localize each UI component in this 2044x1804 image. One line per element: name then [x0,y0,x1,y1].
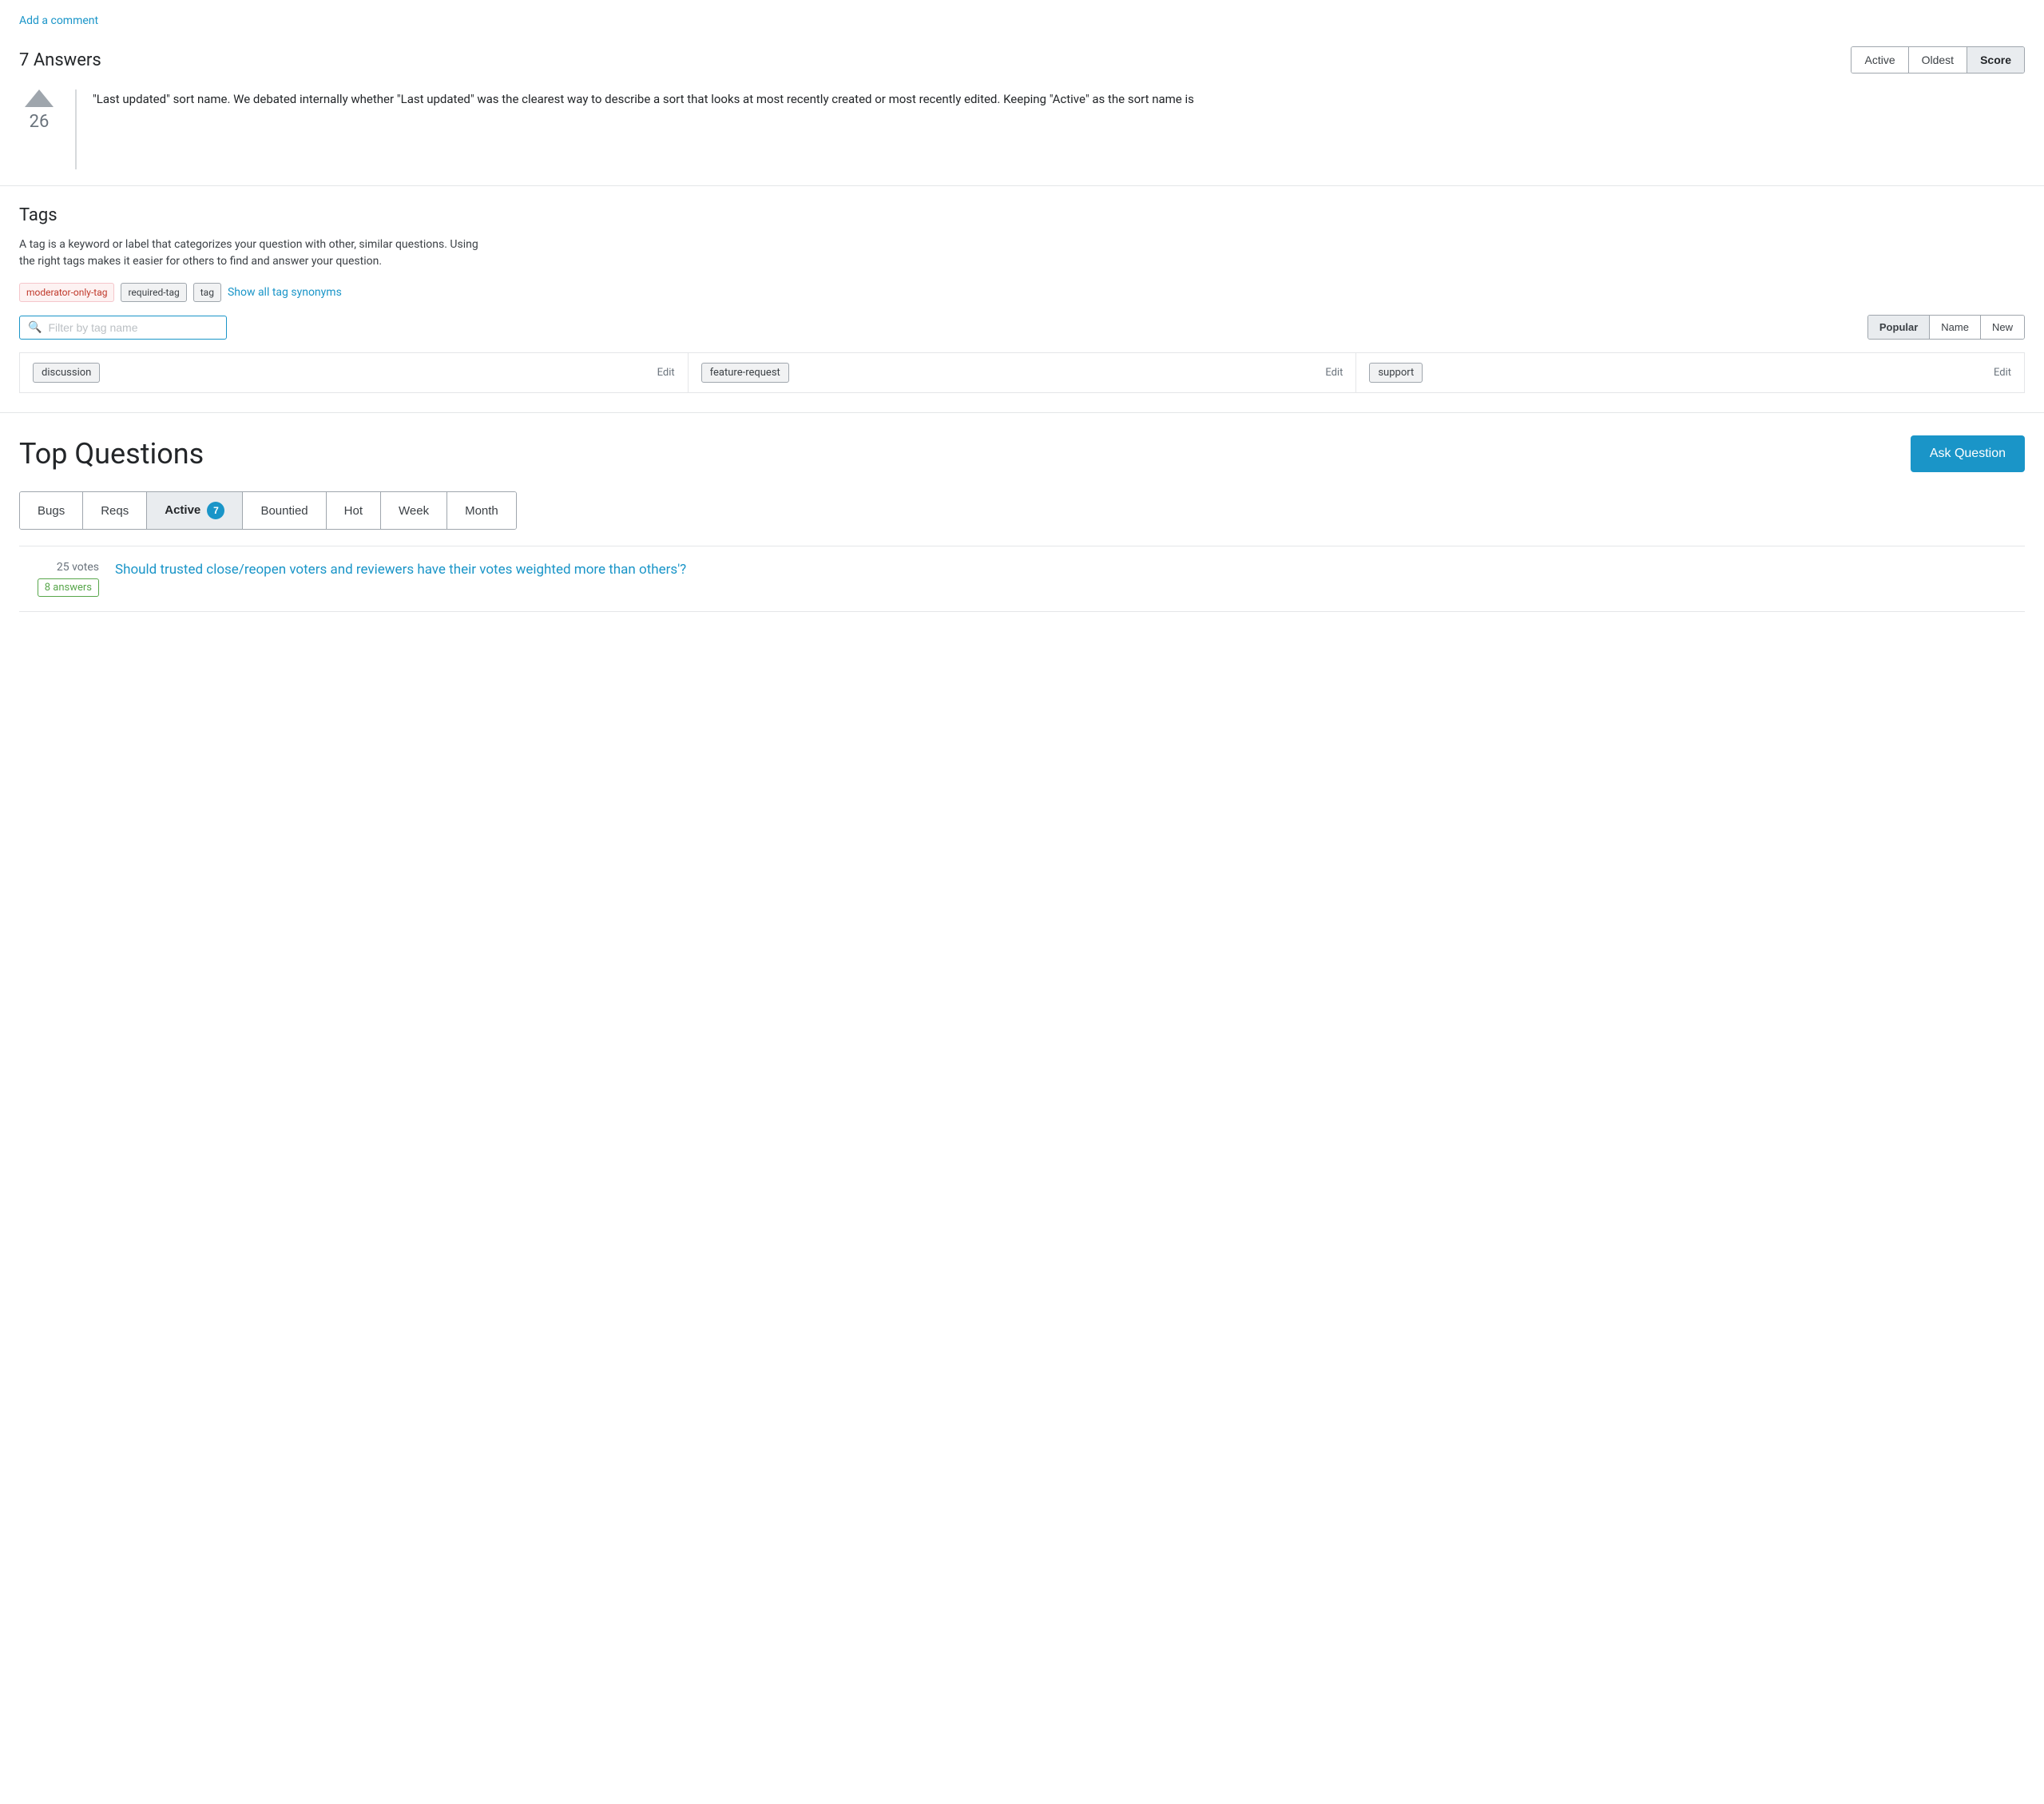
tag-chips: moderator-only-tag required-tag tag Show… [19,283,2025,302]
sort-oldest-button[interactable]: Oldest [1909,47,1967,73]
answer-content: 26 "Last updated" sort name. We debated … [19,89,2025,169]
tab-active-badge: 7 [207,502,224,519]
tag-list-item-feature-request: feature-request Edit [688,352,1357,393]
tab-reqs[interactable]: Reqs [83,492,147,529]
tag-list-item-discussion: discussion Edit [19,352,689,393]
answers-section: 7 Answers Active Oldest Score 26 "Last u… [0,37,2044,186]
tag-chip-moderator[interactable]: moderator-only-tag [19,283,114,302]
vote-up-button[interactable] [25,89,54,107]
tab-bountied[interactable]: Bountied [243,492,326,529]
top-questions-title: Top Questions [19,437,204,471]
vote-count: 26 [30,112,50,132]
tag-search-input[interactable] [48,321,218,334]
tag-sort-buttons: Popular Name New [1867,315,2025,340]
sort-score-button[interactable]: Score [1967,47,2024,73]
tag-edit-discussion-link[interactable]: Edit [657,367,675,379]
vote-column: 26 [19,89,59,132]
sort-active-button[interactable]: Active [1852,47,1908,73]
tag-edit-support-link[interactable]: Edit [1994,367,2011,379]
add-comment-link[interactable]: Add a comment [19,14,98,27]
answer-text: "Last updated" sort name. We debated int… [93,89,2025,109]
tag-chip-discussion[interactable]: discussion [33,363,100,383]
tag-list-item-support: support Edit [1355,352,2025,393]
search-icon: 🔍 [28,321,42,334]
question-votes: 25 votes [57,561,99,574]
add-comment-section: Add a comment [0,0,2044,37]
question-link[interactable]: Should trusted close/reopen voters and r… [115,561,686,580]
tag-chip-support[interactable]: support [1369,363,1423,383]
tag-chip-tag[interactable]: tag [193,283,221,302]
tab-week[interactable]: Week [381,492,447,529]
top-questions-header: Top Questions Ask Question [19,435,2025,472]
answer-divider [75,89,77,169]
tags-title: Tags [19,205,2025,225]
ask-question-button[interactable]: Ask Question [1911,435,2025,472]
tag-sort-name-button[interactable]: Name [1930,316,1981,339]
answers-header: 7 Answers Active Oldest Score [19,46,2025,74]
question-tabs: Bugs Reqs Active 7 Bountied Hot Week Mon… [19,491,517,530]
tag-list-row: discussion Edit feature-request Edit sup… [19,352,2025,393]
top-questions-section: Top Questions Ask Question Bugs Reqs Act… [0,413,2044,612]
tag-search-wrapper[interactable]: 🔍 [19,316,227,340]
question-meta: 25 votes 8 answers [19,561,99,597]
tab-active[interactable]: Active 7 [147,492,243,529]
show-synonyms-link[interactable]: Show all tag synonyms [228,286,342,299]
answers-title: 7 Answers [19,50,101,70]
tag-chip-feature-request[interactable]: feature-request [701,363,789,383]
tags-description: A tag is a keyword or label that categor… [19,236,2025,270]
tag-sort-new-button[interactable]: New [1981,316,2024,339]
tag-filter-row: 🔍 Popular Name New [19,315,2025,340]
tab-month[interactable]: Month [447,492,516,529]
tab-bugs[interactable]: Bugs [20,492,83,529]
tags-section: Tags A tag is a keyword or label that ca… [0,186,2044,413]
answers-sort-buttons: Active Oldest Score [1851,46,2025,74]
question-answers-badge: 8 answers [38,578,99,597]
tab-hot[interactable]: Hot [327,492,381,529]
tag-edit-feature-request-link[interactable]: Edit [1325,367,1343,379]
question-list: 25 votes 8 answers Should trusted close/… [19,546,2025,612]
question-item: 25 votes 8 answers Should trusted close/… [19,546,2025,612]
tag-chip-required[interactable]: required-tag [121,283,186,302]
tab-active-label: Active [165,503,200,517]
tag-sort-popular-button[interactable]: Popular [1868,316,1930,339]
